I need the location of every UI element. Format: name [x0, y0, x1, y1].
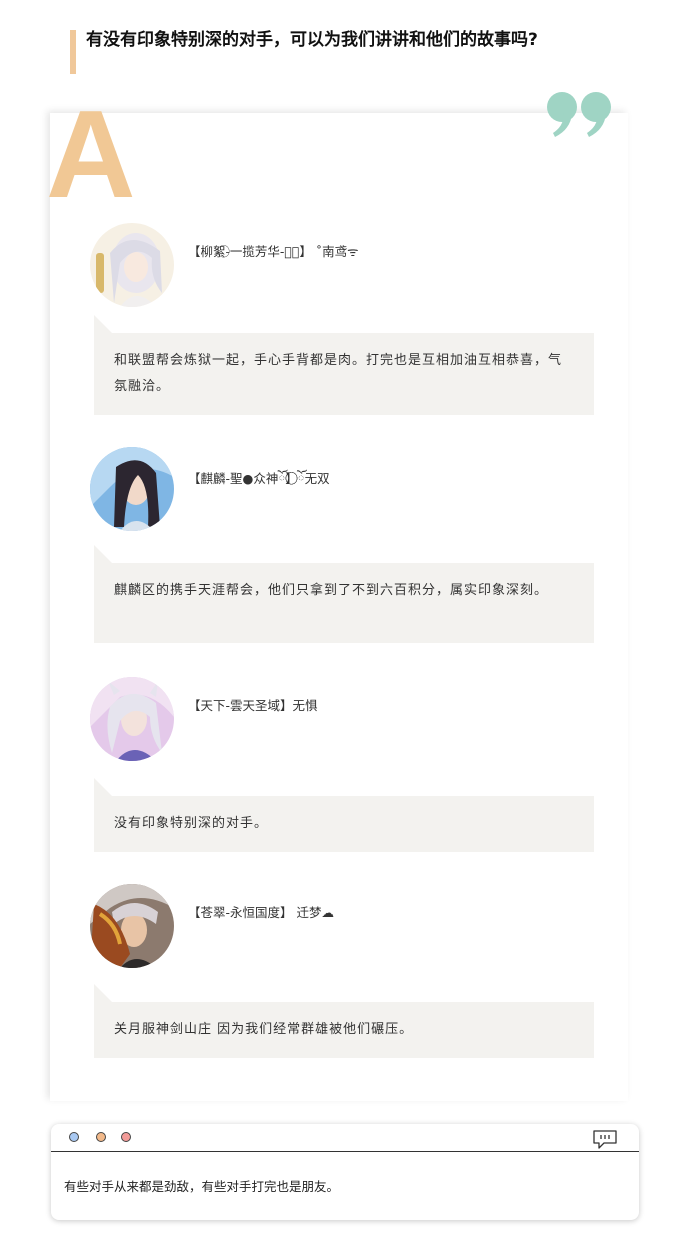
player-name: 【天下-雲天圣域】无惧: [188, 698, 318, 713]
answer-bubble: 和联盟帮会炼狱一起，手心手背都是肉。打完也是互相加油互相恭喜，气氛融洽。: [94, 315, 594, 415]
answer-bubble: 没有印象特别深的对手。: [94, 778, 594, 852]
chat-bubble-icon: [593, 1130, 617, 1149]
answer-card: A 【柳絮-⃝一揽芳华-ঞ⃝】 ˚南鸢ᯤ 和联盟帮会炼狱一起，手心手背都是肉。打…: [46, 92, 628, 1101]
answer-letter: A: [46, 86, 136, 224]
window-dot-red: [121, 1132, 131, 1142]
window-dot-blue: [69, 1132, 79, 1142]
window-dot-orange: [96, 1132, 106, 1142]
question-text: 有没有印象特别深的对手，可以为我们讲讲和他们的故事吗?: [86, 30, 538, 50]
quote-mark-icon: [547, 92, 611, 137]
player-name: 【麒麟-聖●众神ོ】⃝⃝⃝ོ无双: [188, 471, 330, 486]
summary-text: 有些对手从来都是劲敌，有些对手打完也是朋友。: [64, 1179, 340, 1194]
avatar: [90, 447, 174, 531]
question-header: 有没有印象特别深的对手，可以为我们讲讲和他们的故事吗?: [70, 30, 570, 74]
answer-bubble: 麒麟区的携手天涯帮会，他们只拿到了不到六百积分，属实印象深刻。: [94, 545, 594, 643]
question-accent-bar: [70, 30, 76, 74]
avatar: [90, 884, 174, 968]
avatar: [90, 223, 174, 307]
player-name: 【柳絮-⃝一揽芳华-ঞ⃝】 ˚南鸢ᯤ: [188, 244, 359, 259]
player-name: 【苍翠-永恒国度】 迁梦☁: [188, 905, 334, 920]
summary-box: 有些对手从来都是劲敌，有些对手打完也是朋友。: [51, 1124, 639, 1220]
summary-title-bar: [51, 1124, 639, 1152]
avatar: [90, 677, 174, 761]
answer-bubble: 关月服神剑山庄 因为我们经常群雄被他们碾压。: [94, 984, 594, 1058]
